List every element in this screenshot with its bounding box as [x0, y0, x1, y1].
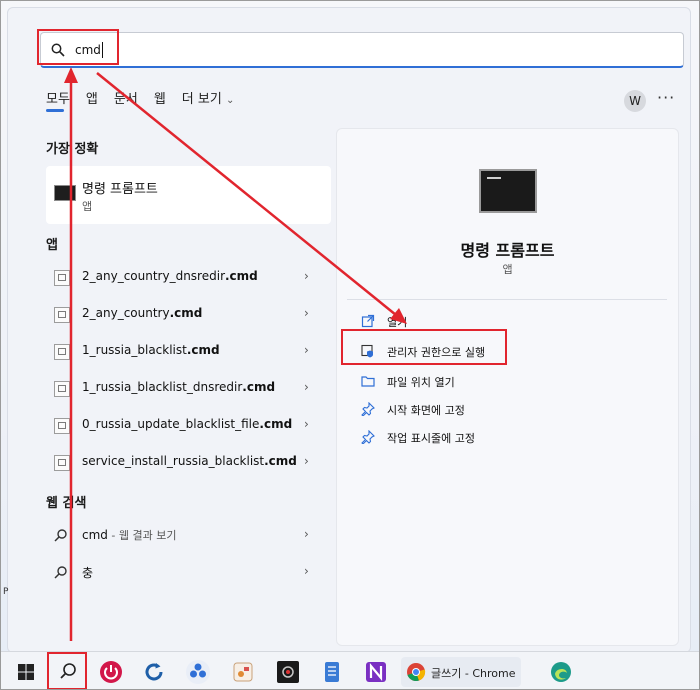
- best-match-title: 명령 프롬프트: [82, 182, 158, 197]
- edge-icon[interactable]: [546, 657, 576, 687]
- cmd-file-icon: [54, 418, 70, 434]
- tab-apps[interactable]: 앱: [86, 88, 106, 112]
- flower-app-icon[interactable]: [183, 657, 213, 687]
- web-result-text: cmd - 웹 결과 보기: [82, 528, 177, 542]
- pin-icon: [361, 402, 375, 416]
- tab-more[interactable]: 더 보기 ⌄: [182, 88, 243, 112]
- annotation-search-box: [37, 29, 119, 65]
- tab-apps-label: 앱: [85, 92, 98, 107]
- cmd-file-icon: [54, 455, 70, 471]
- annotation-taskbar-search: [47, 652, 87, 689]
- search-input[interactable]: [75, 39, 635, 61]
- chevron-right-icon[interactable]: ›: [304, 454, 309, 468]
- open-action-label: 열기: [387, 316, 408, 329]
- web-search-heading: 웹 검색: [46, 496, 87, 511]
- search-box[interactable]: [40, 32, 684, 68]
- chrome-icon: [407, 663, 426, 682]
- power-app-icon[interactable]: [96, 657, 126, 687]
- app-result-item[interactable]: 2_any_country_dnsredir.cmd ›: [46, 264, 326, 292]
- app-result-name: 0_russia_update_blacklist_file.cmd: [82, 417, 293, 431]
- web-result-text: 충: [82, 566, 94, 580]
- media-app-icon[interactable]: [228, 657, 258, 687]
- app-result-item[interactable]: 0_russia_update_blacklist_file.cmd ›: [46, 412, 326, 440]
- app-result-item[interactable]: service_install_russia_blacklist.cmd ›: [46, 449, 326, 477]
- app-result-name: service_install_russia_blacklist.cmd: [82, 454, 297, 468]
- command-prompt-icon: [479, 169, 537, 213]
- avatar[interactable]: W: [624, 90, 646, 112]
- chrome-taskbar-item[interactable]: 글쓰기 - Chrome: [401, 657, 521, 687]
- cmd-file-icon: [54, 344, 70, 360]
- notepad-icon[interactable]: [317, 657, 347, 687]
- camera-app-icon[interactable]: [273, 657, 303, 687]
- open-file-location-action[interactable]: 파일 위치 열기: [357, 371, 657, 393]
- open-file-location-label: 파일 위치 열기: [387, 376, 455, 389]
- tab-all[interactable]: 모두: [46, 88, 78, 112]
- pin-to-start-action[interactable]: 시작 화면에 고정: [357, 399, 657, 421]
- filter-tabs: 모두 앱 문서 웹 더 보기 ⌄: [46, 88, 250, 112]
- app-result-item[interactable]: 2_any_country.cmd ›: [46, 301, 326, 329]
- search-icon: [54, 529, 67, 542]
- tab-more-label: 더 보기: [181, 92, 222, 107]
- apps-heading: 앱: [46, 238, 58, 253]
- notion-app-icon[interactable]: [361, 657, 391, 687]
- tab-web-label: 웹: [153, 92, 166, 107]
- best-match-subtitle: 앱: [82, 200, 93, 213]
- taskbar: 글쓰기 - Chrome: [1, 651, 699, 689]
- web-result-item[interactable]: 충 ›: [46, 559, 326, 587]
- app-result-name: 1_russia_blacklist_dnsredir.cmd: [82, 380, 276, 394]
- open-external-icon: [361, 314, 375, 328]
- cmd-file-icon: [54, 307, 70, 323]
- tab-documents[interactable]: 문서: [114, 88, 146, 112]
- refresh-app-icon[interactable]: [139, 657, 169, 687]
- app-result-name: 1_russia_blacklist.cmd: [82, 343, 220, 357]
- cmd-file-icon: [54, 270, 70, 286]
- web-result-item[interactable]: cmd - 웹 결과 보기 ›: [46, 522, 326, 550]
- tab-documents-label: 문서: [113, 92, 138, 107]
- detail-panel: 명령 프롬프트 앱 열기 관리자 권한으로 실행 파일 위치 열기 시작 화면에…: [336, 128, 679, 646]
- detail-subtitle: 앱: [502, 263, 513, 276]
- folder-icon: [361, 376, 375, 387]
- search-icon: [54, 566, 67, 579]
- chevron-right-icon[interactable]: ›: [304, 564, 309, 578]
- windows-start-icon[interactable]: [11, 657, 41, 687]
- pin-to-start-label: 시작 화면에 고정: [387, 404, 465, 417]
- pin-to-taskbar-action[interactable]: 작업 표시줄에 고정: [357, 427, 657, 449]
- cmd-file-icon: [54, 381, 70, 397]
- chevron-right-icon[interactable]: ›: [304, 380, 309, 394]
- edge-letter: P: [3, 587, 9, 597]
- chevron-right-icon[interactable]: ›: [304, 417, 309, 431]
- app-result-item[interactable]: 1_russia_blacklist.cmd ›: [46, 338, 326, 366]
- app-result-name: 2_any_country_dnsredir.cmd: [82, 269, 258, 283]
- detail-title: 명령 프롬프트: [460, 241, 555, 260]
- best-match-item[interactable]: 명령 프롬프트 앱: [46, 166, 331, 224]
- app-result-item[interactable]: 1_russia_blacklist_dnsredir.cmd ›: [46, 375, 326, 403]
- chrome-taskbar-label: 글쓰기 - Chrome: [431, 667, 516, 680]
- pin-icon: [361, 430, 375, 444]
- chevron-right-icon[interactable]: ›: [304, 306, 309, 320]
- chevron-right-icon[interactable]: ›: [304, 527, 309, 541]
- chevron-right-icon[interactable]: ›: [304, 343, 309, 357]
- tab-web[interactable]: 웹: [154, 88, 174, 112]
- pin-to-taskbar-label: 작업 표시줄에 고정: [387, 432, 475, 445]
- tab-all-label: 모두: [46, 92, 70, 107]
- command-prompt-icon: [54, 185, 76, 201]
- chevron-right-icon[interactable]: ›: [304, 269, 309, 283]
- app-result-name: 2_any_country.cmd: [82, 306, 203, 320]
- more-options-button[interactable]: ···: [657, 88, 675, 107]
- annotation-run-as-admin: [341, 329, 507, 365]
- screenshot-frame: 모두 앱 문서 웹 더 보기 ⌄ W ··· 가장 정확 명령 프롬프트 앱 앱…: [0, 0, 700, 690]
- divider: [347, 299, 667, 300]
- chevron-down-icon: ⌄: [225, 95, 235, 106]
- best-match-heading: 가장 정확: [46, 142, 99, 157]
